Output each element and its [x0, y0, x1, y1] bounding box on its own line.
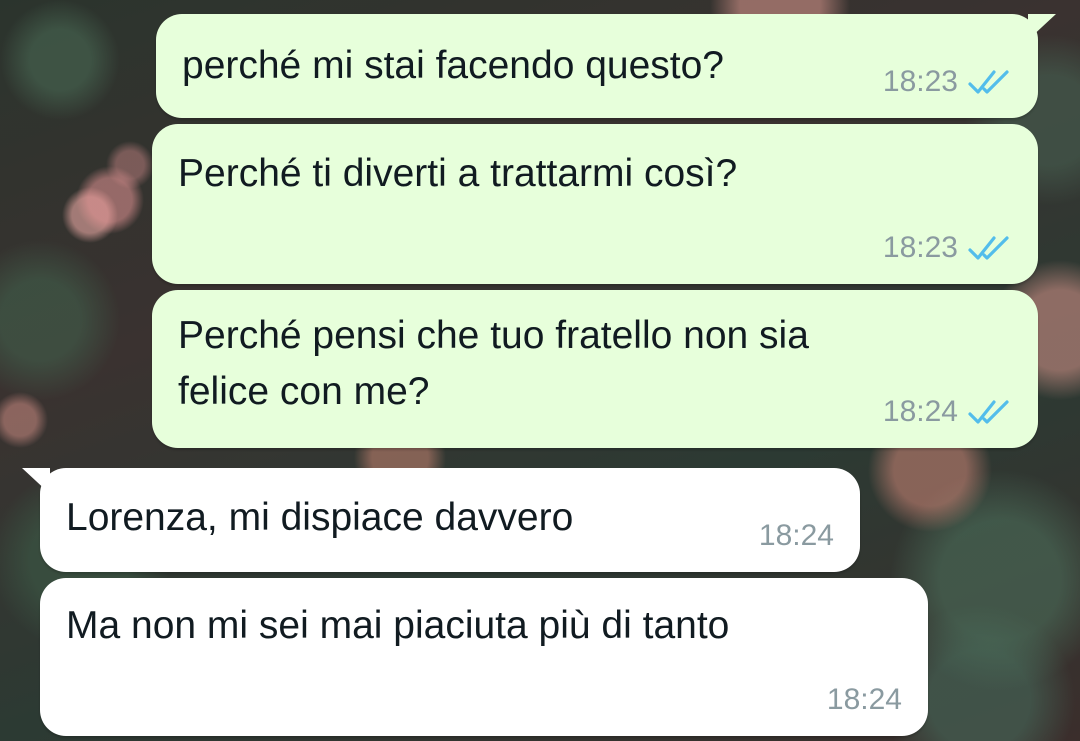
message-text: Perché ti diverti a trattarmi così?	[178, 152, 738, 195]
message-meta: 18:24	[883, 394, 1012, 430]
message-bubble-received[interactable]: Lorenza, mi dispiace davvero 18:24	[22, 468, 860, 572]
message-text: Ma non mi sei mai piaciuta più di tanto	[66, 604, 730, 647]
bubble-tail	[1028, 14, 1056, 40]
bubble-tail	[22, 468, 50, 494]
message-meta: 18:23	[883, 64, 1012, 100]
message-text-line: Perché pensi che tuo fratello non sia	[178, 314, 809, 357]
read-double-check-icon	[968, 400, 1009, 424]
message-text: perché mi stai facendo questo?	[182, 44, 725, 87]
message-meta: 18:23	[883, 230, 1012, 266]
message-text-line: felice con me?	[178, 370, 430, 413]
read-double-check-icon	[968, 70, 1009, 94]
message-time: 18:24	[758, 519, 834, 552]
message-meta: 18:24	[759, 518, 834, 554]
message-meta: 18:24	[827, 682, 902, 718]
message-bubble-sent[interactable]: Perché ti diverti a trattarmi così? 18:2…	[152, 124, 1038, 284]
chat-conversation: perché mi stai facendo questo? 18:23 Per…	[0, 0, 1080, 741]
message-bubble-sent[interactable]: perché mi stai facendo questo? 18:23	[156, 14, 1056, 118]
message-text: Lorenza, mi dispiace davvero	[66, 496, 574, 539]
message-text: Perché pensi che tuo fratello non sia fe…	[178, 308, 809, 420]
read-double-check-icon	[968, 236, 1009, 260]
message-time: 18:23	[882, 65, 958, 98]
message-time: 18:23	[882, 231, 958, 264]
message-bubble-sent[interactable]: Perché pensi che tuo fratello non sia fe…	[152, 290, 1038, 448]
message-time: 18:24	[826, 683, 902, 716]
message-bubble-received[interactable]: Ma non mi sei mai piaciuta più di tanto …	[40, 578, 928, 736]
message-time: 18:24	[882, 395, 958, 428]
